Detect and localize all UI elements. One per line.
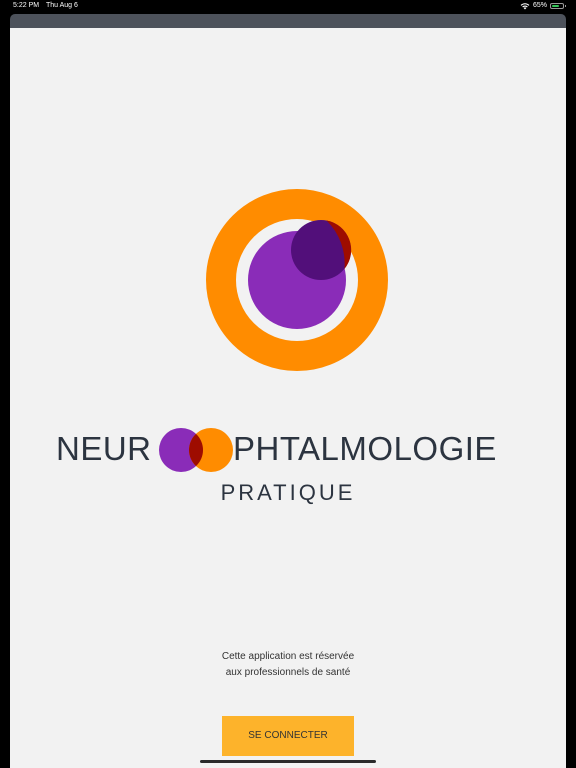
- status-bar: 5:22 PM Thu Aug 6 65%: [0, 0, 576, 14]
- battery-percent: 65%: [532, 2, 547, 9]
- professional-notice: Cette application est réservée aux profe…: [10, 649, 566, 681]
- status-time: 5:22 PM: [13, 2, 40, 9]
- sheet-backdrop: [10, 14, 566, 28]
- battery-level: [552, 5, 559, 7]
- app-wordmark: NEUR PHTALMOLOGIE: [10, 424, 566, 474]
- login-sheet: NEUR PHTALMOLOGIE PRATIQUE Cette applica…: [10, 28, 566, 768]
- wifi-icon: [520, 3, 530, 10]
- logo-mark-icon: [206, 189, 388, 371]
- wordmark-circles-icon: [159, 428, 233, 472]
- login-button[interactable]: SE CONNECTER: [222, 716, 354, 756]
- battery-charging-icon: [550, 3, 566, 9]
- notice-line-2: aux professionnels de santé: [225, 667, 351, 678]
- notice-line-1: Cette application est réservée: [221, 651, 355, 662]
- app-subtitle: PRATIQUE: [220, 480, 356, 505]
- home-indicator: [200, 760, 376, 763]
- wordmark-right-text: PHTALMOLOGIE: [233, 430, 497, 467]
- status-indicators: 65%: [520, 0, 566, 12]
- wordmark-left-text: NEUR: [56, 430, 152, 467]
- status-date: Thu Aug 6: [46, 2, 78, 9]
